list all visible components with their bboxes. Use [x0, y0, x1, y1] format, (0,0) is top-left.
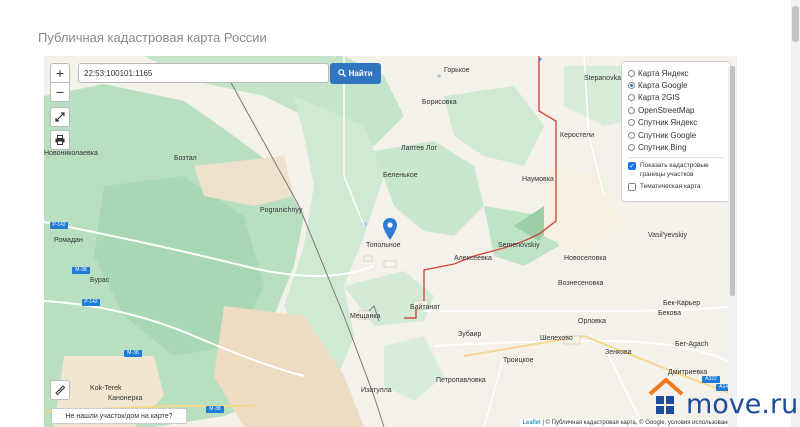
layer-label: Спутник Bing — [638, 143, 687, 153]
cadastral-search-input[interactable] — [78, 63, 329, 83]
place-label: Stepanovka — [584, 75, 621, 82]
place-label: Зенкова — [605, 349, 632, 356]
road-shield: P-142 — [82, 299, 100, 306]
leaflet-link[interactable]: Leaflet — [523, 420, 541, 426]
road-shield: P-142 — [50, 222, 68, 229]
zoom-out-button[interactable]: − — [50, 82, 70, 102]
road-shield: M-38 — [124, 350, 142, 357]
place-label: Орловка — [578, 318, 606, 325]
place-label: Топольное — [366, 242, 401, 249]
print-button[interactable] — [50, 130, 70, 150]
layer-switcher: Карта Яндекс Карта Google Карта 2GIS Ope… — [621, 61, 731, 202]
place-label: Борисовка — [422, 99, 457, 106]
place-label: Горькое — [444, 67, 470, 74]
search-icon — [338, 69, 347, 77]
layer-option-bing-satellite[interactable]: Спутник Bing — [628, 141, 724, 153]
place-label: Вознесеновка — [558, 280, 604, 287]
radio[interactable] — [628, 69, 635, 77]
printer-icon — [55, 135, 65, 145]
place-label: Беленькое — [383, 172, 418, 179]
place-label: Бег-Agach — [675, 341, 709, 348]
place-label: Semenovskiy — [498, 242, 540, 249]
cadastral-borders-label: Показать кадастровые границы участков — [640, 161, 709, 178]
layer-option-yandex-map[interactable]: Карта Яндекс — [628, 67, 724, 79]
place-label: Канонерка — [108, 395, 143, 402]
cadastral-borders-toggle[interactable]: ✓ Показать кадастровые границы участков — [628, 161, 724, 179]
place-label: Новоселовка — [564, 255, 607, 262]
thematic-map-toggle[interactable]: Тематическая карта — [628, 182, 724, 191]
thematic-map-label: Тематическая карта — [640, 182, 701, 190]
layer-label: Карта Google — [638, 81, 688, 91]
layer-option-osm[interactable]: OpenStreetMap — [628, 104, 724, 116]
layer-option-google-satellite[interactable]: Спутник Google — [628, 129, 724, 141]
place-label: Бозтал — [174, 155, 197, 162]
layer-label: Карта Яндекс — [638, 68, 689, 78]
not-found-button[interactable]: Не нашли участок/дом на карте? — [51, 408, 187, 424]
place-label: Байтанат — [410, 304, 441, 311]
place-label: Троицкое — [503, 357, 534, 364]
place-label: Бек-Карьер — [663, 300, 701, 307]
layer-label: Спутник Google — [638, 130, 697, 140]
radio[interactable] — [628, 94, 635, 102]
divider — [628, 156, 724, 158]
ruler-button[interactable] — [50, 380, 70, 400]
place-label: Ромадан — [54, 237, 83, 244]
house-logo-icon — [648, 378, 684, 414]
place-label: Vasil'yevskiy — [648, 232, 687, 239]
map-canvas[interactable]: Горькое Stepanovka Борисовка Керостели Л… — [44, 56, 737, 427]
page-scrollbar-thumb[interactable] — [792, 6, 799, 42]
place-label: Шелехово — [540, 335, 573, 342]
expand-icon — [55, 112, 65, 122]
place-label: Лаптев Лог — [401, 145, 438, 152]
road-shield: M-38 — [206, 406, 224, 413]
checkbox-checked[interactable]: ✓ — [628, 161, 636, 170]
checkbox[interactable] — [628, 182, 636, 191]
layer-option-2gis-map[interactable]: Карта 2GIS — [628, 92, 724, 104]
map-scrollbar-thumb[interactable] — [730, 66, 735, 296]
place-label: Изатулла — [361, 387, 392, 394]
ruler-icon — [55, 385, 66, 396]
map-pin-icon[interactable] — [383, 218, 397, 240]
place-label: Мещанка — [350, 313, 381, 320]
place-label: Pogranichnyy — [260, 207, 303, 214]
road-shield: M-38 — [72, 267, 90, 274]
place-label: Петропавловка — [436, 377, 486, 384]
search-button-label: Найти — [348, 69, 373, 78]
place-label: Kok-Terek — [90, 385, 122, 392]
radio[interactable] — [628, 144, 635, 152]
layer-label: Спутник Яндекс — [638, 118, 698, 128]
map-scrollbar[interactable] — [728, 66, 737, 427]
watermark-text: move.ru — [686, 389, 799, 420]
fullscreen-button[interactable] — [50, 107, 70, 127]
layer-label: OpenStreetMap — [638, 105, 695, 115]
place-label: Бурас — [90, 277, 110, 284]
place-label: Новониколаевка — [44, 150, 98, 157]
place-label: Дмитриевка — [668, 369, 708, 376]
place-label: Керостели — [560, 132, 595, 139]
place-label: Наумовка — [522, 176, 554, 183]
place-label: Алексеевка — [454, 255, 492, 262]
road-shield: A322 — [702, 376, 720, 383]
map-attribution: Leaflet | © Публичная кадастровая карта,… — [519, 419, 737, 427]
radio[interactable] — [628, 82, 635, 90]
search-button[interactable]: Найти — [330, 63, 381, 84]
place-label: Зубаир — [458, 331, 482, 338]
layer-option-google-map[interactable]: Карта Google — [628, 79, 724, 91]
zoom-in-button[interactable]: + — [50, 63, 70, 83]
radio[interactable] — [628, 119, 635, 127]
attribution-text: | © Публичная кадастровая карта, © Googl… — [540, 420, 734, 426]
page-title: Публичная кадастровая карта России — [38, 30, 267, 45]
radio[interactable] — [628, 131, 635, 139]
layer-label: Карта 2GIS — [638, 93, 680, 103]
place-label: Бекова — [658, 310, 682, 317]
radio[interactable] — [628, 106, 635, 114]
layer-option-yandex-satellite[interactable]: Спутник Яндекс — [628, 117, 724, 129]
page-scrollbar[interactable] — [791, 0, 800, 427]
